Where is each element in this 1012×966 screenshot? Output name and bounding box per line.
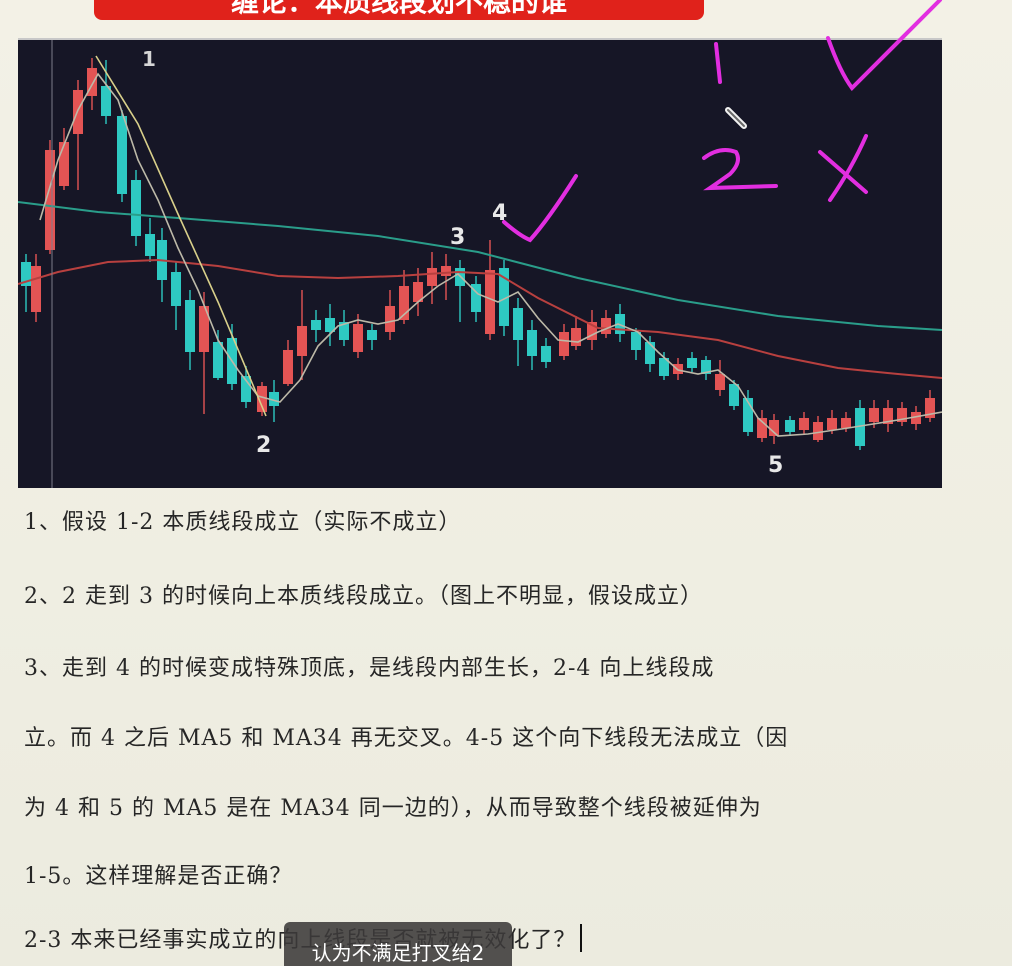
candle-body xyxy=(117,116,127,194)
candle-body xyxy=(841,418,851,428)
text-line-5: 为 4 和 5 的 MA5 是在 MA34 同一边的），从而导致整个线段被延伸为 xyxy=(24,796,762,821)
text-line-4: 立。而 4 之后 MA5 和 MA34 再无交叉。4-5 这个向下线段无法成立（… xyxy=(24,726,789,751)
candle-body xyxy=(485,270,495,334)
candle-body xyxy=(171,272,181,306)
top-banner: 缠论：本质线段划不稳的谁 xyxy=(94,0,704,20)
text-line-6: 1-5。这样理解是否正确？ xyxy=(24,864,293,889)
candlestick-chart: 1 2 3 4 5 xyxy=(18,38,942,488)
candle-body xyxy=(59,142,69,186)
text-line-3: 3、走到 4 的时候变成特殊顶底，是线段内部生长，2-4 向上线段成 xyxy=(24,656,715,681)
text-cursor xyxy=(580,924,583,952)
point-label-3: 3 xyxy=(450,225,465,250)
point-label-4: 4 xyxy=(492,201,507,226)
pen-cursor-icon xyxy=(725,107,747,129)
candle-body xyxy=(869,408,879,422)
candle-body xyxy=(729,384,739,406)
candle-body xyxy=(145,234,155,256)
candle-body xyxy=(715,374,725,390)
caption-text: 认为不满足打叉给2 xyxy=(311,941,485,965)
text-line-1: 1、假设 1-2 本质线段成立（实际不成立） xyxy=(24,510,462,535)
candle-body xyxy=(31,266,41,312)
point-label-1: 1 xyxy=(142,47,156,71)
banner-title: 缠论：本质线段划不稳的谁 xyxy=(230,0,567,18)
chart-svg: 1 2 3 4 5 xyxy=(18,40,942,488)
candle-body xyxy=(601,318,611,334)
candlestick-series xyxy=(21,58,935,450)
candle-body xyxy=(631,332,641,350)
candle-body xyxy=(785,420,795,432)
candle-body xyxy=(131,180,141,236)
candle-body xyxy=(769,420,779,436)
candle-body xyxy=(687,358,697,368)
subtitle-caption: 认为不满足打叉给2 xyxy=(284,922,512,966)
candle-body xyxy=(645,342,655,364)
candle-body xyxy=(101,86,111,116)
candle-body xyxy=(213,342,223,378)
candle-body xyxy=(559,332,569,356)
candle-body xyxy=(541,346,551,362)
candle-body xyxy=(283,350,293,384)
candle-body xyxy=(827,418,837,430)
candle-body xyxy=(799,418,809,430)
point-label-2: 2 xyxy=(256,433,271,458)
text-line-2: 2、2 走到 3 的时候向上本质线段成立。（图上不明显，假设成立） xyxy=(24,584,703,609)
candle-body xyxy=(813,422,823,440)
point-label-5: 5 xyxy=(768,453,783,478)
candle-body xyxy=(571,328,581,346)
candle-body xyxy=(513,308,523,340)
candle-body xyxy=(297,326,307,356)
candle-body xyxy=(367,330,377,340)
candle-body xyxy=(385,306,395,332)
candle-body xyxy=(527,330,537,356)
candle-body xyxy=(185,300,195,352)
candle-body xyxy=(311,320,321,330)
candle-body xyxy=(353,324,363,352)
candle-body xyxy=(441,266,451,276)
candle-body xyxy=(427,268,437,286)
